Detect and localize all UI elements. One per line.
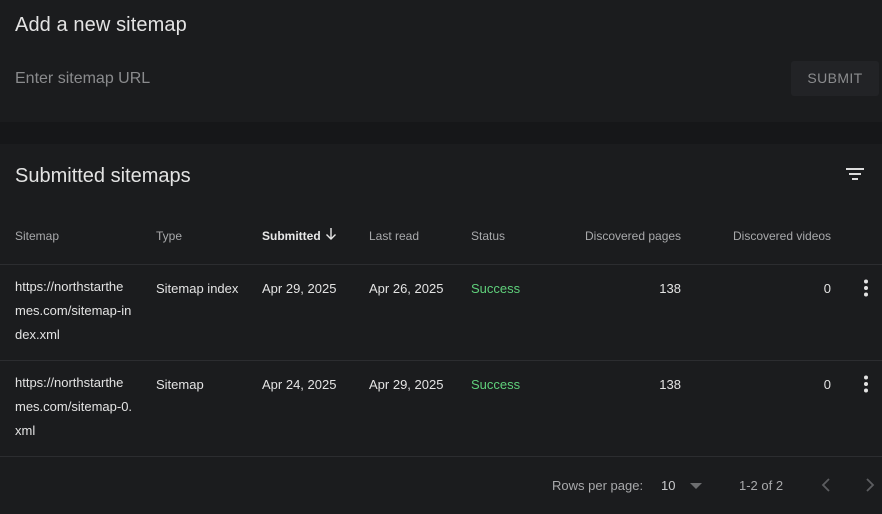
arrow-down-icon[interactable] <box>325 227 337 241</box>
column-header-submitted[interactable]: Submitted <box>262 229 321 243</box>
row-1-type: Sitemap index <box>156 281 239 296</box>
row-1-more-options-icon[interactable] <box>863 279 869 297</box>
section-separator <box>0 122 882 144</box>
row-divider <box>0 456 882 457</box>
chevron-left-icon[interactable] <box>820 477 832 493</box>
row-2-type: Sitemap <box>156 377 204 392</box>
column-header-status[interactable]: Status <box>471 229 505 243</box>
row-2-discovered-pages: 138 <box>659 377 681 392</box>
submitted-sitemaps-title: Submitted sitemaps <box>15 165 191 187</box>
row-2-discovered-videos: 0 <box>823 377 831 392</box>
column-header-last-read[interactable]: Last read <box>369 229 419 243</box>
row-2-last-read: Apr 29, 2025 <box>369 377 444 392</box>
row-1-status: Success <box>471 281 521 296</box>
chevron-right-icon[interactable] <box>864 477 876 493</box>
sitemap-url-input[interactable] <box>15 64 775 94</box>
pagination-range: 1-2 of 2 <box>739 478 784 493</box>
row-1-submitted: Apr 29, 2025 <box>262 281 337 296</box>
row-1-last-read: Apr 26, 2025 <box>369 281 444 296</box>
add-sitemap-title: Add a new sitemap <box>15 14 187 36</box>
filter-icon[interactable] <box>845 166 865 182</box>
row-divider <box>0 360 882 361</box>
row-1-discovered-videos: 0 <box>823 281 831 296</box>
column-header-discovered-pages[interactable]: Discovered pages <box>585 229 681 243</box>
row-2-status: Success <box>471 377 521 392</box>
caret-down-icon[interactable] <box>690 483 702 490</box>
column-header-type[interactable]: Type <box>156 229 182 243</box>
rows-per-page-label: Rows per page: <box>552 478 644 493</box>
row-2-sitemap-url[interactable]: https://northstarthemes.com/sitemap-0.xm… <box>15 371 133 443</box>
rows-per-page-select[interactable]: 10 <box>661 478 675 493</box>
row-1-sitemap-url[interactable]: https://northstarthemes.com/sitemap-inde… <box>15 275 133 347</box>
row-divider <box>0 264 882 265</box>
column-header-discovered-videos[interactable]: Discovered videos <box>733 229 831 243</box>
row-1-discovered-pages: 138 <box>659 281 681 296</box>
row-2-more-options-icon[interactable] <box>863 375 869 393</box>
row-2-submitted: Apr 24, 2025 <box>262 377 337 392</box>
submit-button[interactable]: SUBMIT <box>791 61 879 96</box>
column-header-sitemap[interactable]: Sitemap <box>15 229 59 243</box>
